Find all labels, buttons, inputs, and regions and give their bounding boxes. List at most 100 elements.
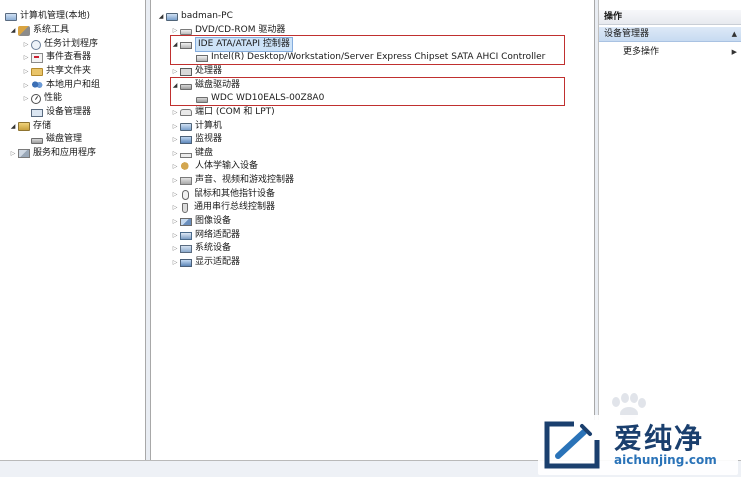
users-icon	[31, 80, 43, 91]
clock-icon	[31, 39, 41, 50]
expand-arrow-icon[interactable]: ▷	[171, 120, 179, 133]
tree-item-local-users[interactable]: ▷ 本地用户和组	[22, 79, 100, 92]
dvd-drive-icon	[180, 28, 192, 35]
tree-label: 存储	[33, 121, 52, 131]
shared-folder-icon	[31, 67, 43, 76]
tree-item-shared-folders[interactable]: ▷ 共享文件夹	[22, 65, 91, 78]
device-category-mouse[interactable]: ▷ 鼠标和其他指针设备	[171, 188, 275, 201]
device-label: 声音、视频和游戏控制器	[195, 175, 295, 185]
collapse-arrow-icon[interactable]: ◢	[9, 24, 17, 37]
submenu-arrow-icon: ▶	[731, 48, 737, 56]
expand-arrow-icon[interactable]: ▷	[171, 106, 179, 119]
tree-item-performance[interactable]: ▷ 性能	[22, 92, 62, 105]
tools-icon	[18, 25, 30, 36]
processor-icon	[180, 67, 192, 76]
imaging-device-icon	[180, 217, 192, 226]
device-tree-root[interactable]: ◢ badman-PC	[157, 10, 233, 23]
device-label: 图像设备	[195, 216, 232, 226]
device-category-display[interactable]: ▷ 显示适配器	[171, 256, 240, 269]
collapse-arrow-icon[interactable]: ◢	[157, 10, 165, 23]
tree-label: 服务和应用程序	[33, 148, 97, 158]
site-title: 爱纯净	[614, 422, 705, 455]
expand-arrow-icon[interactable]: ▷	[171, 147, 179, 160]
collapse-triangle-icon[interactable]: ▲	[732, 27, 737, 42]
disk-management-icon	[31, 137, 43, 144]
monitor-icon	[180, 135, 192, 144]
expand-arrow-icon[interactable]: ▷	[9, 147, 17, 160]
expand-arrow-icon[interactable]: ▷	[171, 242, 179, 255]
device-category-network[interactable]: ▷ 网络适配器	[171, 229, 240, 242]
tree-item-event-viewer[interactable]: ▷ 事件查看器	[22, 51, 91, 64]
device-category-hid[interactable]: ▷ 人体学输入设备	[171, 160, 258, 173]
expand-arrow-icon[interactable]: ▷	[22, 65, 30, 78]
device-category-ports[interactable]: ▷ 端口 (COM 和 LPT)	[171, 106, 275, 119]
device-tree-pane: ◢ badman-PC ▷ DVD/CD-ROM 驱动器 ◢ IDE ATA/A…	[150, 0, 595, 460]
sound-icon	[180, 176, 192, 185]
device-category-keyboard[interactable]: ▷ 键盘	[171, 147, 213, 160]
tree-label: 磁盘管理	[46, 134, 83, 144]
navigation-tree-pane: 计算机管理(本地) ◢ 系统工具 ▷ 任务计划程序 ▷ 事件查看器 ▷ 共享文件…	[0, 0, 146, 460]
tree-item-device-manager[interactable]: 设备管理器	[30, 106, 91, 119]
tree-label: 本地用户和组	[46, 80, 101, 90]
device-label: 系统设备	[195, 243, 232, 253]
tree-label: 任务计划程序	[44, 39, 99, 49]
device-category-sound[interactable]: ▷ 声音、视频和游戏控制器	[171, 174, 294, 187]
computer-management-icon	[5, 12, 17, 21]
event-log-icon	[31, 52, 43, 63]
computer-icon	[166, 12, 178, 21]
port-icon	[180, 109, 192, 116]
display-adapter-icon	[180, 258, 192, 267]
device-category-system[interactable]: ▷ 系统设备	[171, 242, 231, 255]
system-device-icon	[180, 244, 192, 253]
tree-item-storage[interactable]: ◢ 存储	[9, 120, 51, 133]
tree-label: 计算机管理(本地)	[20, 11, 91, 21]
device-label: 键盘	[195, 148, 214, 158]
more-actions-item[interactable]: 更多操作 ▶	[599, 45, 741, 59]
expand-arrow-icon[interactable]: ▷	[22, 92, 30, 105]
expand-arrow-icon[interactable]: ▷	[22, 79, 30, 92]
tree-label: 性能	[44, 93, 63, 103]
device-label: 监视器	[195, 134, 223, 144]
device-category-computer[interactable]: ▷ 计算机	[171, 120, 222, 133]
keyboard-icon	[180, 152, 192, 158]
device-category-monitors[interactable]: ▷ 监视器	[171, 133, 222, 146]
expand-arrow-icon[interactable]: ▷	[171, 215, 179, 228]
expand-arrow-icon[interactable]: ▷	[171, 229, 179, 242]
device-category-usb[interactable]: ▷ 通用串行总线控制器	[171, 201, 275, 214]
more-actions-label: 更多操作	[623, 47, 660, 57]
expand-arrow-icon[interactable]: ▷	[171, 256, 179, 269]
device-label: 端口 (COM 和 LPT)	[195, 107, 275, 117]
tree-label: 共享文件夹	[46, 66, 92, 76]
tree-item-disk-management[interactable]: 磁盘管理	[30, 133, 82, 146]
actions-header: 操作	[599, 10, 741, 25]
site-logo-icon	[544, 420, 602, 469]
actions-pane: 操作 设备管理器 ▲ 更多操作 ▶	[598, 0, 741, 460]
expand-arrow-icon[interactable]: ▷	[22, 51, 30, 64]
actions-section-device-manager[interactable]: 设备管理器 ▲	[599, 27, 741, 42]
site-url: aichunjing.com	[614, 453, 717, 467]
annotation-highlight-ide	[170, 35, 565, 65]
tree-item-services[interactable]: ▷ 服务和应用程序	[9, 147, 96, 160]
storage-icon	[18, 122, 30, 131]
expand-arrow-icon[interactable]: ▷	[171, 133, 179, 146]
mouse-icon	[182, 189, 189, 200]
expand-arrow-icon[interactable]: ▷	[171, 174, 179, 187]
expand-arrow-icon[interactable]: ▷	[171, 201, 179, 214]
device-label: 计算机	[195, 121, 223, 131]
device-label: badman-PC	[181, 11, 233, 21]
performance-gauge-icon	[31, 93, 41, 104]
tree-label: 事件查看器	[46, 52, 92, 62]
tree-item-computer-management[interactable]: 计算机管理(本地)	[4, 10, 90, 23]
tree-item-task-scheduler[interactable]: ▷ 任务计划程序	[22, 38, 98, 51]
collapse-arrow-icon[interactable]: ◢	[9, 120, 17, 133]
site-watermark: 爱纯净 aichunjing.com	[538, 415, 738, 475]
actions-section-label: 设备管理器	[604, 29, 650, 39]
expand-arrow-icon[interactable]: ▷	[22, 38, 30, 51]
tree-label: 设备管理器	[46, 107, 92, 117]
tree-item-system-tools[interactable]: ◢ 系统工具	[9, 24, 69, 37]
device-category-imaging[interactable]: ▷ 图像设备	[171, 215, 231, 228]
computer-icon	[180, 122, 192, 131]
expand-arrow-icon[interactable]: ▷	[171, 188, 179, 201]
device-label: 显示适配器	[195, 257, 241, 267]
expand-arrow-icon[interactable]: ▷	[171, 160, 179, 173]
